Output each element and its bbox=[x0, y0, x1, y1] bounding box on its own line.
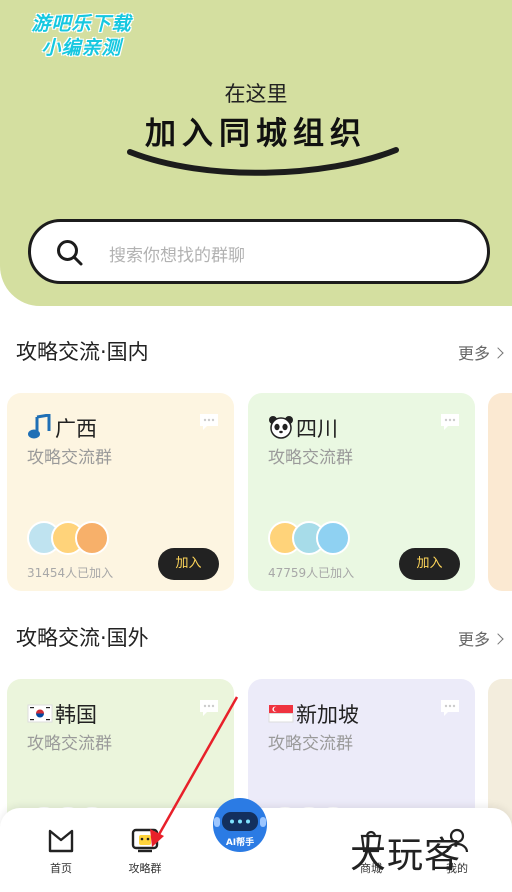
search-bar[interactable]: 搜索你想找的群聊 bbox=[28, 219, 490, 284]
member-avatars bbox=[268, 521, 388, 557]
search-input[interactable]: 搜索你想找的群聊 bbox=[109, 241, 245, 266]
join-button[interactable]: 加入 bbox=[158, 548, 219, 580]
section-title-overseas: 攻略交流·国外 bbox=[16, 626, 149, 650]
group-chat-icon bbox=[131, 828, 159, 853]
ai-helper-button[interactable]: AI帮手 bbox=[211, 797, 269, 853]
group-card-guangxi[interactable]: 广西 攻略交流群 31454人已加入 加入 bbox=[7, 393, 234, 591]
hero-subtitle: 在这里 bbox=[224, 82, 288, 106]
hero-banner: 游吧乐下载 小编亲测 在这里 加入同城组织 搜索你想找的群聊 bbox=[0, 0, 512, 306]
music-note-icon bbox=[28, 414, 51, 439]
robot-icon: AI帮手 bbox=[213, 798, 267, 852]
korea-flag-icon bbox=[27, 704, 53, 723]
watermark-logo: 游吧乐下载 小编亲测 bbox=[31, 13, 132, 59]
card-subtitle: 攻略交流群 bbox=[27, 734, 112, 754]
swoosh-underline bbox=[127, 147, 399, 176]
chat-bubble-icon bbox=[441, 700, 459, 716]
member-count: 47759人已加入 bbox=[268, 566, 355, 580]
chat-bubble-icon bbox=[200, 414, 218, 430]
chat-bubble-icon bbox=[441, 414, 459, 430]
chevron-right-icon bbox=[492, 633, 504, 645]
member-count: 31454人已加入 bbox=[27, 566, 114, 580]
join-button[interactable]: 加入 bbox=[399, 548, 460, 580]
card-title: 广西 bbox=[27, 413, 97, 443]
member-avatars bbox=[27, 521, 147, 557]
more-link-domestic[interactable]: 更多 bbox=[458, 340, 504, 364]
card-subtitle: 攻略交流群 bbox=[268, 734, 353, 754]
group-card-peek[interactable] bbox=[488, 393, 512, 591]
tab-home[interactable]: 首页 bbox=[30, 826, 92, 876]
tab-strategy-groups[interactable]: 攻略群 bbox=[114, 826, 176, 876]
ai-helper-label: AI帮手 bbox=[226, 836, 254, 848]
section-title-domestic: 攻略交流·国内 bbox=[16, 340, 149, 364]
panda-icon bbox=[269, 416, 293, 439]
card-title: 韩国 bbox=[27, 699, 97, 729]
search-icon bbox=[57, 240, 83, 266]
chat-bubble-icon bbox=[200, 700, 218, 716]
home-icon bbox=[48, 829, 74, 853]
card-title: 新加坡 bbox=[268, 699, 359, 729]
chevron-right-icon bbox=[492, 347, 504, 359]
card-subtitle: 攻略交流群 bbox=[27, 448, 112, 468]
watermark-text: 大玩客 bbox=[350, 835, 462, 876]
singapore-flag-icon bbox=[268, 705, 294, 723]
card-subtitle: 攻略交流群 bbox=[268, 448, 353, 468]
group-card-sichuan[interactable]: 四川 攻略交流群 47759人已加入 加入 bbox=[248, 393, 475, 591]
card-title: 四川 bbox=[268, 413, 338, 443]
more-link-overseas[interactable]: 更多 bbox=[458, 626, 504, 650]
